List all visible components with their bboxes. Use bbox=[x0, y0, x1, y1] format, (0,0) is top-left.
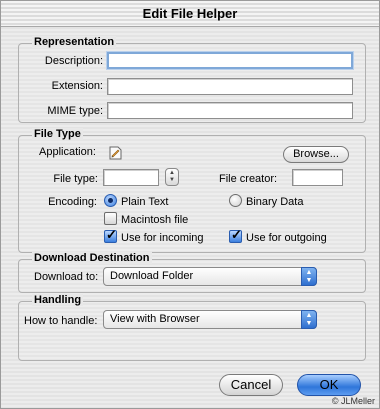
download-to-popup[interactable]: Download Folder ▲ ▼ bbox=[103, 267, 317, 286]
file-creator-label: File creator: bbox=[219, 173, 278, 185]
file-type-field[interactable] bbox=[103, 169, 159, 186]
how-to-handle-value: View with Browser bbox=[110, 313, 200, 325]
use-for-incoming-checkbox[interactable]: ✓ bbox=[104, 227, 117, 243]
popup-arrows-icon: ▲ ▼ bbox=[301, 310, 317, 329]
plain-text-label: Plain Text bbox=[121, 196, 169, 208]
mime-type-field[interactable] bbox=[107, 102, 353, 119]
handling-group-label: Handling bbox=[32, 294, 84, 306]
checkmark-icon: ✓ bbox=[106, 227, 117, 242]
how-to-handle-popup[interactable]: View with Browser ▲ ▼ bbox=[103, 310, 317, 329]
file-type-label: File type: bbox=[53, 173, 98, 185]
watermark: © JLMeller bbox=[331, 396, 375, 406]
representation-group: Representation Description: Extension: M… bbox=[18, 36, 366, 123]
use-for-incoming-label: Use for incoming bbox=[121, 232, 204, 244]
extension-label: Extension: bbox=[51, 80, 103, 92]
application-label: Application: bbox=[39, 146, 96, 158]
macintosh-file-checkbox[interactable] bbox=[104, 212, 117, 225]
binary-data-radio[interactable] bbox=[229, 194, 242, 207]
download-destination-group: Download Destination Download to: Downlo… bbox=[18, 252, 366, 293]
application-document-icon[interactable] bbox=[107, 145, 123, 161]
browse-button[interactable]: Browse... bbox=[283, 146, 349, 163]
dialog-title: Edit File Helper bbox=[1, 1, 379, 27]
cancel-button[interactable]: Cancel bbox=[219, 374, 283, 396]
ok-button[interactable]: OK bbox=[297, 374, 361, 396]
checkmark-icon: ✓ bbox=[231, 227, 242, 242]
handling-group: Handling How to handle: View with Browse… bbox=[18, 294, 366, 361]
file-creator-field[interactable] bbox=[292, 169, 343, 186]
use-for-outgoing-checkbox[interactable]: ✓ bbox=[229, 227, 242, 243]
plain-text-radio[interactable] bbox=[104, 194, 117, 207]
edit-file-helper-dialog: Edit File Helper Representation Descript… bbox=[0, 0, 380, 409]
download-to-value: Download Folder bbox=[110, 270, 194, 282]
use-for-outgoing-label: Use for outgoing bbox=[246, 232, 327, 244]
popup-arrows-icon: ▲ ▼ bbox=[301, 267, 317, 286]
download-to-label: Download to: bbox=[34, 271, 99, 283]
description-field[interactable] bbox=[107, 52, 353, 69]
encoding-label: Encoding: bbox=[48, 196, 97, 208]
binary-data-label: Binary Data bbox=[246, 196, 304, 208]
representation-group-label: Representation bbox=[32, 36, 117, 48]
extension-field[interactable] bbox=[107, 78, 353, 95]
description-label: Description: bbox=[44, 55, 103, 67]
file-type-group: File Type Application: Browse... File ty… bbox=[18, 128, 366, 253]
download-destination-group-label: Download Destination bbox=[32, 252, 152, 264]
macintosh-file-label: Macintosh file bbox=[121, 214, 189, 226]
file-type-stepper[interactable]: ▲ ▼ bbox=[165, 168, 179, 186]
mime-type-label: MIME type: bbox=[47, 105, 103, 117]
file-type-group-label: File Type bbox=[32, 128, 83, 140]
how-to-handle-label: How to handle: bbox=[24, 315, 98, 327]
